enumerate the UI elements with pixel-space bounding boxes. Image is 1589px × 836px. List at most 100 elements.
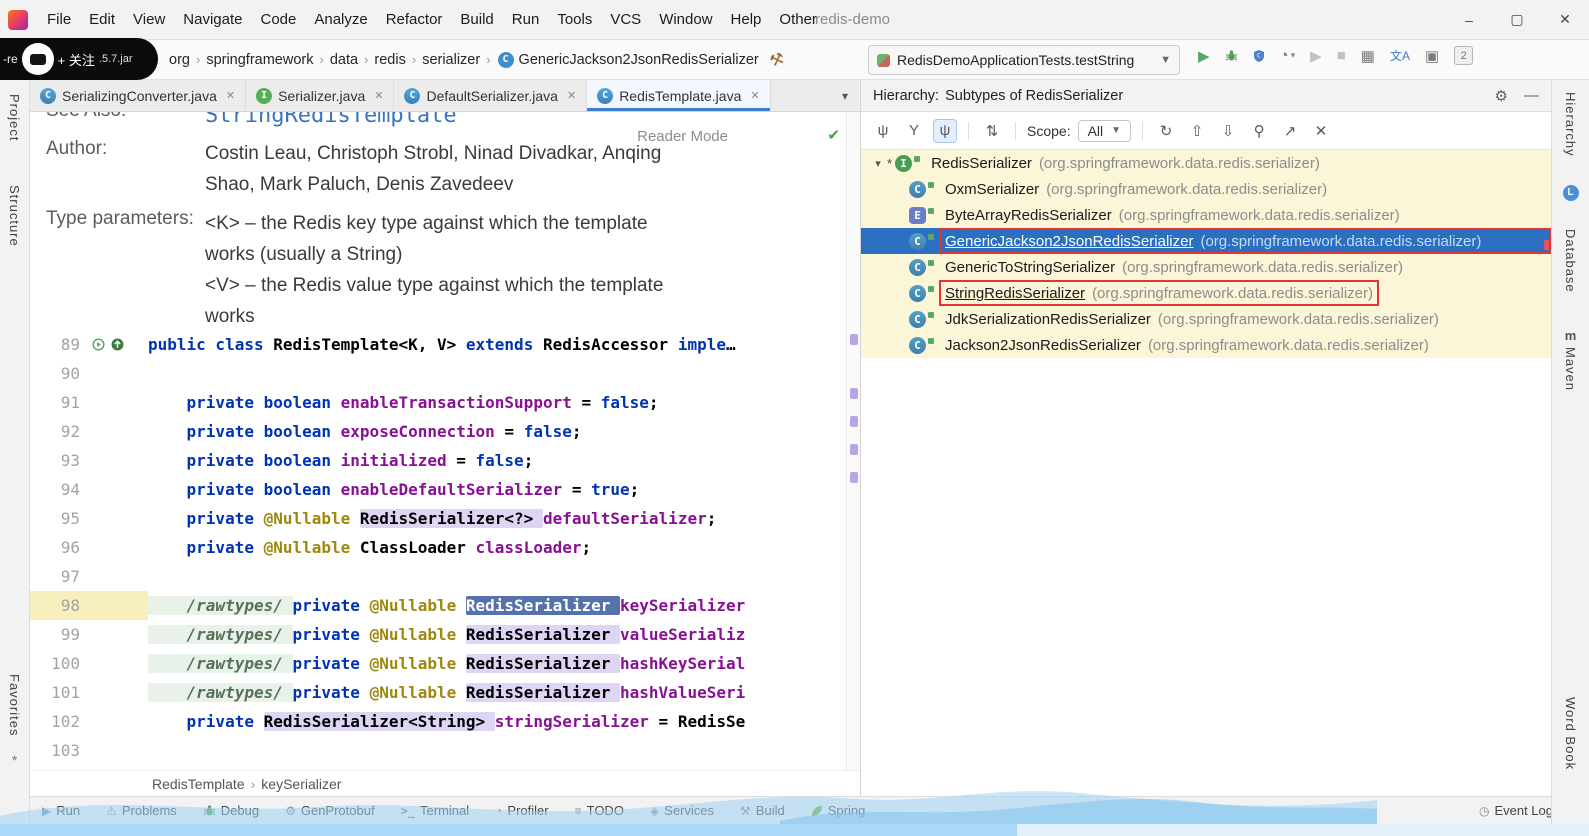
hierarchy-node-stringredisserializer[interactable]: C StringRedisSerializer (org.springframewo… — [861, 280, 1551, 306]
line-number[interactable]: 95 — [30, 504, 80, 533]
breadcrumb-item-org[interactable]: org — [169, 52, 190, 68]
statusbar-item-profiler[interactable]: ◔ Profiler — [495, 803, 548, 818]
editor[interactable]: See Also: StringRedisTemplate Author: Co… — [30, 112, 846, 770]
statusbar-item-todo[interactable]: ≡ TODO — [575, 803, 624, 818]
inspections-ok-icon[interactable]: ✔ — [827, 126, 840, 144]
statusbar-item-services[interactable]: ◈ Services — [650, 803, 714, 818]
run-configuration-select[interactable]: RedisDemoApplicationTests.testString ▼ — [868, 45, 1180, 75]
hierarchy-node-genericjackson2jsonredisserializer[interactable]: C GenericJackson2JsonRedisSerializer (org.… — [861, 228, 1552, 254]
statusbar-item-spring[interactable]: Spring — [811, 803, 865, 818]
pin-icon[interactable]: ⚲ — [1247, 119, 1271, 143]
translate-icon[interactable]: 文A — [1390, 47, 1410, 64]
breadcrumb-item-redis[interactable]: redis — [374, 52, 405, 68]
tool-stripe-word-book[interactable]: Word Book — [1563, 697, 1578, 770]
collapse-all-icon[interactable]: ⇩ — [1216, 119, 1240, 143]
menu-item-edit[interactable]: Edit — [80, 11, 124, 28]
menu-item-vcs[interactable]: VCS — [601, 11, 650, 28]
line-number[interactable]: 99 — [30, 620, 80, 649]
tool-stripe-maven[interactable]: Maven — [1563, 347, 1578, 391]
menu-item-build[interactable]: Build — [451, 11, 502, 28]
refresh-icon[interactable]: ↻ — [1154, 119, 1178, 143]
close-tab-icon[interactable]: ✕ — [750, 89, 759, 102]
scope-select[interactable]: All ▼ — [1077, 119, 1132, 142]
breadcrumb-item-springframework[interactable]: springframework — [206, 52, 313, 68]
gutter-impl-icon[interactable] — [111, 338, 124, 351]
tab-list-chevron-icon[interactable]: ▾ — [830, 80, 860, 111]
statusbar-item-problems[interactable]: ⚠ Problems — [106, 803, 177, 818]
line-number[interactable]: 102 — [30, 707, 80, 736]
notifications-icon[interactable]: 2 — [1454, 46, 1474, 65]
tab-serializer-java[interactable]: I Serializer.java ✕ — [246, 80, 395, 111]
tool-stripe-hierarchy[interactable]: Hierarchy — [1563, 92, 1578, 157]
hierarchy-node-jackson2jsonredisserializer[interactable]: C Jackson2JsonRedisSerializer (org.springf… — [861, 332, 1551, 358]
line-number[interactable]: 96 — [30, 533, 80, 562]
maximize-button[interactable]: ▢ — [1493, 0, 1541, 39]
line-number[interactable]: 89 — [30, 330, 80, 359]
lu-plugin-icon[interactable]: L — [1562, 184, 1579, 201]
menu-item-file[interactable]: File — [38, 11, 80, 28]
statusbar-item-terminal[interactable]: >_ Terminal — [401, 803, 470, 818]
hierarchy-node-redisserializer[interactable]: ▾ * I RedisSerializer (org.springframework.d… — [861, 150, 1551, 176]
menu-item-run[interactable]: Run — [503, 11, 549, 28]
minimize-button[interactable]: – — [1445, 0, 1493, 39]
tab-serializingconverter-java[interactable]: C SerializingConverter.java ✕ — [30, 80, 247, 111]
line-number[interactable]: 90 — [30, 359, 80, 388]
breadcrumb-item-data[interactable]: data — [330, 52, 358, 68]
breadcrumb-item-serializer[interactable]: serializer — [422, 52, 480, 68]
menu-item-help[interactable]: Help — [722, 11, 771, 28]
line-number[interactable]: 91 — [30, 388, 80, 417]
expand-chevron-icon[interactable]: ▾ — [869, 157, 887, 170]
close-tab-icon[interactable]: ✕ — [567, 89, 576, 102]
line-number[interactable]: 98 — [30, 591, 80, 620]
editor-scrollbar[interactable] — [846, 112, 860, 770]
supertypes-icon[interactable]: Y — [902, 119, 926, 143]
follow-button[interactable]: + 关注 — [58, 50, 95, 69]
layout-icon[interactable]: ▦ — [1361, 47, 1375, 65]
plugin-icon[interactable]: ▣ — [1425, 47, 1439, 65]
profiler-icon[interactable]: ◔ ▾ — [1280, 47, 1296, 64]
statusbar-item-build[interactable]: ⚒ Build — [740, 803, 785, 818]
line-number[interactable]: 94 — [30, 475, 80, 504]
stop-icon[interactable]: ■ — [1337, 47, 1346, 64]
see-also-link[interactable]: StringRedisTemplate — [205, 112, 675, 131]
line-number[interactable]: 92 — [30, 417, 80, 446]
hierarchy-node-generictostringserializer[interactable]: C GenericToStringSerializer (org.springfra… — [861, 254, 1551, 280]
subtypes-icon[interactable]: ψ — [933, 118, 957, 143]
tool-stripe-project[interactable]: Project — [7, 94, 22, 141]
statusbar-item-run[interactable]: ▶ Run — [42, 803, 80, 818]
statusbar-item-genprotobuf[interactable]: ⚙ GenProtobuf — [285, 803, 374, 818]
run-icon[interactable]: ▶ — [1198, 47, 1210, 65]
export-icon[interactable]: ↗ — [1278, 119, 1302, 143]
breadcrumb-item-genericjackson2jsonredisserializer[interactable]: GenericJackson2JsonRedisSerializer — [519, 52, 759, 68]
class-hierarchy-icon[interactable]: ψ — [871, 119, 895, 143]
sort-alpha-icon[interactable]: ⇅ — [980, 119, 1004, 143]
close-tab-icon[interactable]: ✕ — [226, 89, 235, 102]
menu-item-window[interactable]: Window — [650, 11, 721, 28]
hierarchy-node-bytearrayredisserializer[interactable]: E ByteArrayRedisSerializer (org.springfram… — [861, 202, 1551, 228]
editor-breadcrumb-keyserializer[interactable]: keySerializer — [261, 776, 341, 792]
line-number[interactable]: 100 — [30, 649, 80, 678]
video-progress-bar[interactable] — [0, 824, 1589, 836]
close-icon[interactable]: ✕ — [1309, 119, 1333, 143]
gutter-run-icon[interactable] — [92, 338, 105, 351]
line-number[interactable]: 103 — [30, 736, 80, 765]
menu-item-tools[interactable]: Tools — [548, 11, 601, 28]
tool-stripe-structure[interactable]: Structure — [7, 185, 22, 247]
menu-item-refactor[interactable]: Refactor — [377, 11, 452, 28]
tool-stripe-database[interactable]: Database — [1563, 229, 1578, 293]
build-hammer-icon[interactable]: ⚒ — [767, 48, 787, 72]
line-number[interactable]: 93 — [30, 446, 80, 475]
statusbar-item-debug[interactable]: Debug — [203, 803, 259, 818]
menu-item-navigate[interactable]: Navigate — [174, 11, 251, 28]
tab-defaultserializer-java[interactable]: C DefaultSerializer.java ✕ — [394, 80, 588, 111]
close-tab-icon[interactable]: ✕ — [374, 89, 383, 102]
menu-item-view[interactable]: View — [124, 11, 174, 28]
menu-item-analyze[interactable]: Analyze — [305, 11, 376, 28]
line-number[interactable]: 101 — [30, 678, 80, 707]
debug-icon[interactable] — [1225, 49, 1238, 62]
hierarchy-node-oxmserializer[interactable]: C OxmSerializer (org.springframework.data.… — [861, 176, 1551, 202]
editor-breadcrumb-redistemplate[interactable]: RedisTemplate — [152, 776, 245, 792]
hide-panel-icon[interactable]: — — [1524, 87, 1539, 105]
rerun-icon[interactable]: ▶ — [1310, 47, 1322, 65]
tool-stripe-favorites[interactable]: Favorites — [7, 674, 22, 736]
